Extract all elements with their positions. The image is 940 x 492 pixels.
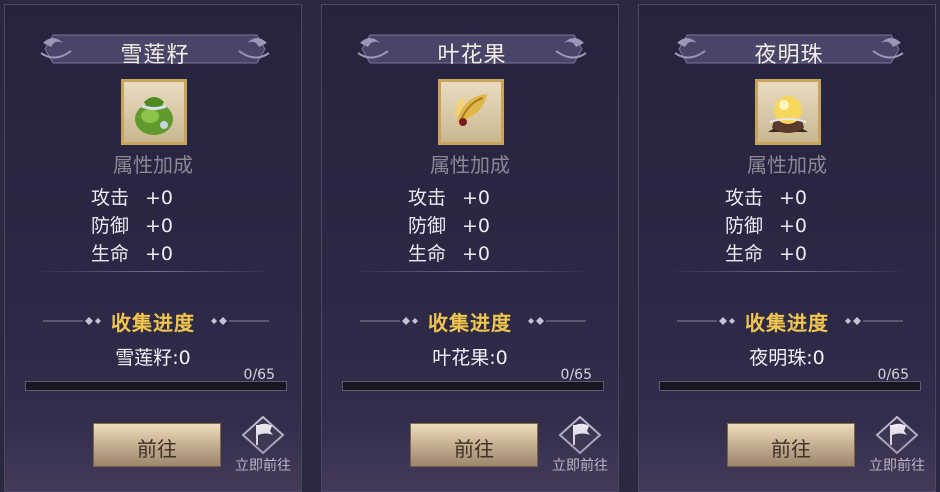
stat-value: +0: [462, 243, 491, 265]
collect-header: 收集进度: [639, 305, 935, 335]
instant-go-label: 立即前往: [235, 458, 291, 474]
stat-label: 防御: [408, 215, 447, 237]
collection-card: 雪莲籽 属性加成 攻击 +0 防御 +0 生命 +0 收集进度 雪莲籽:0 0/…: [4, 4, 302, 492]
stat-label: 生命: [408, 243, 447, 265]
go-button-label: 前往: [137, 437, 177, 461]
stat-hp: 生命 +0: [725, 239, 807, 266]
collection-card: 夜明珠 属性加成 攻击 +0 防御 +0 生命 +0 收集进度 夜明珠:0 0/…: [638, 4, 936, 492]
stat-attack: 攻击 +0: [408, 183, 490, 210]
stat-defense: 防御 +0: [408, 211, 490, 238]
stat-value: +0: [779, 215, 808, 237]
instant-go-button[interactable]: 立即前往: [861, 415, 933, 479]
attribute-header: 属性加成: [113, 153, 193, 177]
right-diamond-ornament-icon: [845, 317, 903, 325]
stat-label: 攻击: [725, 187, 764, 209]
glowing-pearl-icon: [768, 96, 808, 133]
divider: [33, 271, 275, 272]
stat-value: +0: [779, 187, 808, 209]
collect-header: 收集进度: [5, 305, 301, 335]
collect-count: 夜明珠:0: [749, 347, 825, 369]
card-title: 雪莲籽: [120, 43, 190, 68]
flag-icon: [875, 415, 919, 455]
right-diamond-ornament-icon: [528, 317, 586, 325]
card-title: 叶花果: [437, 43, 507, 68]
stat-label: 攻击: [408, 187, 447, 209]
title-banner: 雪莲籽: [39, 29, 271, 69]
go-button-label: 前往: [771, 437, 811, 461]
title-banner: 夜明珠: [673, 29, 905, 69]
attribute-header: 属性加成: [430, 153, 510, 177]
stat-value: +0: [779, 243, 808, 265]
go-button[interactable]: 前往: [93, 423, 221, 467]
flag-icon: [558, 415, 602, 455]
stat-label: 生命: [725, 243, 764, 265]
right-diamond-ornament-icon: [211, 317, 269, 325]
stat-hp: 生命 +0: [91, 239, 173, 266]
stat-value: +0: [145, 215, 174, 237]
item-slot[interactable]: [755, 79, 821, 145]
stat-value: +0: [145, 187, 174, 209]
stat-defense: 防御 +0: [725, 211, 807, 238]
stat-value: +0: [462, 215, 491, 237]
go-button[interactable]: 前往: [410, 423, 538, 467]
stat-attack: 攻击 +0: [91, 183, 173, 210]
instant-go-button[interactable]: 立即前往: [227, 415, 299, 479]
stat-defense: 防御 +0: [91, 211, 173, 238]
stat-attack: 攻击 +0: [725, 183, 807, 210]
stat-label: 生命: [91, 243, 130, 265]
instant-go-label: 立即前往: [552, 458, 608, 474]
title-banner: 叶花果: [356, 29, 588, 69]
divider: [667, 271, 909, 272]
collection-card: 叶花果 属性加成 攻击 +0 防御 +0 生命 +0 收集进度 叶花果:0 0/…: [321, 4, 619, 492]
collection-panel: 雪莲籽 属性加成 攻击 +0 防御 +0 生命 +0 收集进度 雪莲籽:0 0/…: [0, 0, 940, 492]
flag-icon: [241, 415, 285, 455]
collect-count: 雪莲籽:0: [115, 347, 191, 369]
progress-bar: [342, 381, 604, 391]
card-title: 夜明珠: [754, 43, 824, 68]
go-button[interactable]: 前往: [727, 423, 855, 467]
golden-leaf-fruit-icon: [454, 94, 487, 126]
attribute-header: 属性加成: [747, 153, 827, 177]
item-slot[interactable]: [438, 79, 504, 145]
stat-label: 攻击: [91, 187, 130, 209]
instant-go-label: 立即前往: [869, 458, 925, 474]
stat-label: 防御: [725, 215, 764, 237]
green-pouch-icon: [135, 97, 173, 135]
stat-value: +0: [462, 187, 491, 209]
instant-go-button[interactable]: 立即前往: [544, 415, 616, 479]
collect-header: 收集进度: [322, 305, 618, 335]
collect-count: 叶花果:0: [432, 347, 508, 369]
go-button-label: 前往: [454, 437, 494, 461]
progress-bar: [659, 381, 921, 391]
stat-hp: 生命 +0: [408, 239, 490, 266]
item-slot[interactable]: [121, 79, 187, 145]
progress-bar: [25, 381, 287, 391]
divider: [350, 271, 592, 272]
stat-value: +0: [145, 243, 174, 265]
stat-label: 防御: [91, 215, 130, 237]
